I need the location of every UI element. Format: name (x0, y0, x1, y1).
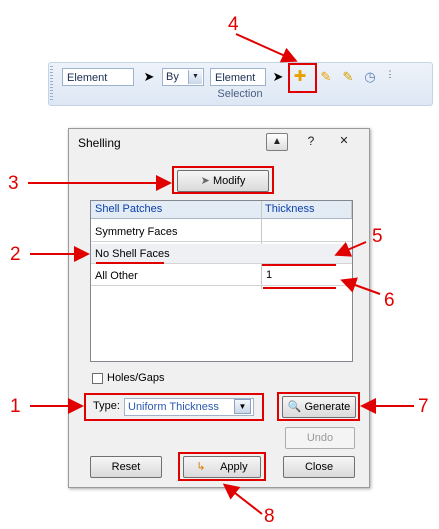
callout-5: 5 (372, 226, 383, 247)
callout-3: 3 (8, 173, 19, 194)
callout-7: 7 (418, 396, 429, 417)
callout-6: 6 (384, 290, 395, 311)
annotation-arrows (28, 33, 414, 515)
callout-2: 2 (10, 244, 21, 265)
callout-1: 1 (10, 396, 21, 417)
callout-4: 4 (228, 14, 239, 35)
callout-8: 8 (264, 506, 275, 527)
